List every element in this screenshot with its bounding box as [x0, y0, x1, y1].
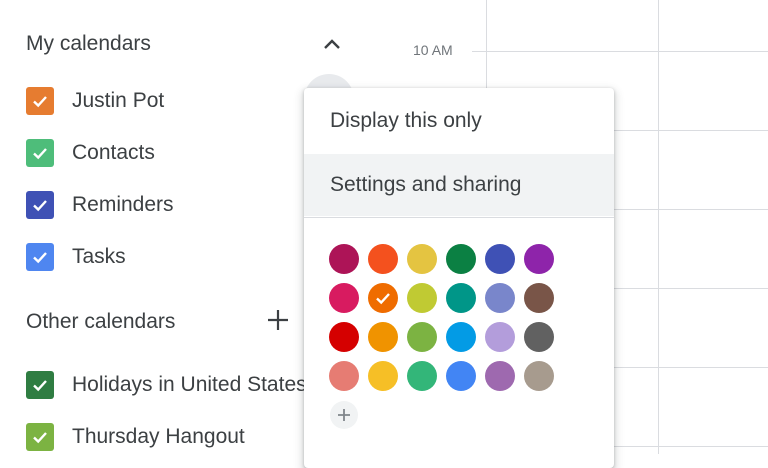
color-swatch[interactable] [329, 361, 359, 391]
color-swatch[interactable] [329, 322, 359, 352]
calendar-label: Reminders [72, 193, 174, 216]
check-icon [376, 293, 390, 305]
color-swatch-selected[interactable] [368, 283, 398, 313]
calendar-item[interactable]: Contacts [26, 137, 155, 169]
color-swatch[interactable] [329, 283, 359, 313]
check-icon [33, 252, 47, 264]
time-tick [472, 51, 486, 52]
calendar-checkbox[interactable] [26, 423, 54, 451]
check-icon [33, 96, 47, 108]
check-icon [33, 148, 47, 160]
calendar-label: Holidays in United States [72, 373, 307, 396]
color-swatch[interactable] [446, 322, 476, 352]
calendar-label: Contacts [72, 141, 155, 164]
calendar-checkbox[interactable] [26, 191, 54, 219]
calendar-item[interactable]: Tasks [26, 241, 126, 273]
color-swatch[interactable] [407, 244, 437, 274]
color-swatch[interactable] [485, 244, 515, 274]
settings-and-sharing-item[interactable]: Settings and sharing [304, 154, 614, 216]
calendar-checkbox[interactable] [26, 243, 54, 271]
color-swatch[interactable] [524, 361, 554, 391]
my-calendars-title[interactable]: My calendars [26, 32, 151, 56]
time-label: 10 AM [413, 42, 453, 58]
color-swatch[interactable] [446, 283, 476, 313]
grid-hour-line [486, 51, 768, 52]
color-swatch[interactable] [485, 283, 515, 313]
calendar-checkbox[interactable] [26, 87, 54, 115]
color-swatch[interactable] [446, 244, 476, 274]
check-icon [33, 432, 47, 444]
color-swatch[interactable] [446, 361, 476, 391]
check-icon [33, 200, 47, 212]
color-swatch[interactable] [368, 322, 398, 352]
calendar-item[interactable]: Justin Pot [26, 85, 164, 117]
menu-divider [304, 217, 614, 218]
color-swatch[interactable] [485, 361, 515, 391]
calendar-item[interactable]: Holidays in United States [26, 369, 307, 401]
color-swatch[interactable] [524, 322, 554, 352]
color-swatch[interactable] [524, 283, 554, 313]
color-swatch[interactable] [407, 361, 437, 391]
calendar-label: Tasks [72, 245, 126, 268]
calendar-options-menu: Display this only Settings and sharing [304, 88, 614, 468]
calendar-item[interactable]: Reminders [26, 189, 174, 221]
calendar-checkbox[interactable] [26, 371, 54, 399]
chevron-up-icon[interactable] [320, 34, 344, 54]
calendar-item[interactable]: Thursday Hangout [26, 421, 245, 453]
color-swatch[interactable] [368, 361, 398, 391]
add-custom-color-plus-icon[interactable] [330, 401, 358, 429]
grid-vertical-line [658, 0, 659, 454]
calendar-label: Thursday Hangout [72, 425, 245, 448]
color-swatch[interactable] [407, 283, 437, 313]
add-calendar-plus-icon[interactable] [264, 306, 292, 334]
display-this-only-item[interactable]: Display this only [304, 90, 614, 152]
check-icon [33, 380, 47, 392]
color-swatch[interactable] [524, 244, 554, 274]
color-swatch[interactable] [407, 322, 437, 352]
color-swatch[interactable] [329, 244, 359, 274]
calendar-checkbox[interactable] [26, 139, 54, 167]
calendar-label: Justin Pot [72, 89, 165, 112]
color-swatch[interactable] [368, 244, 398, 274]
color-swatch[interactable] [485, 322, 515, 352]
other-calendars-title[interactable]: Other calendars [26, 310, 175, 334]
